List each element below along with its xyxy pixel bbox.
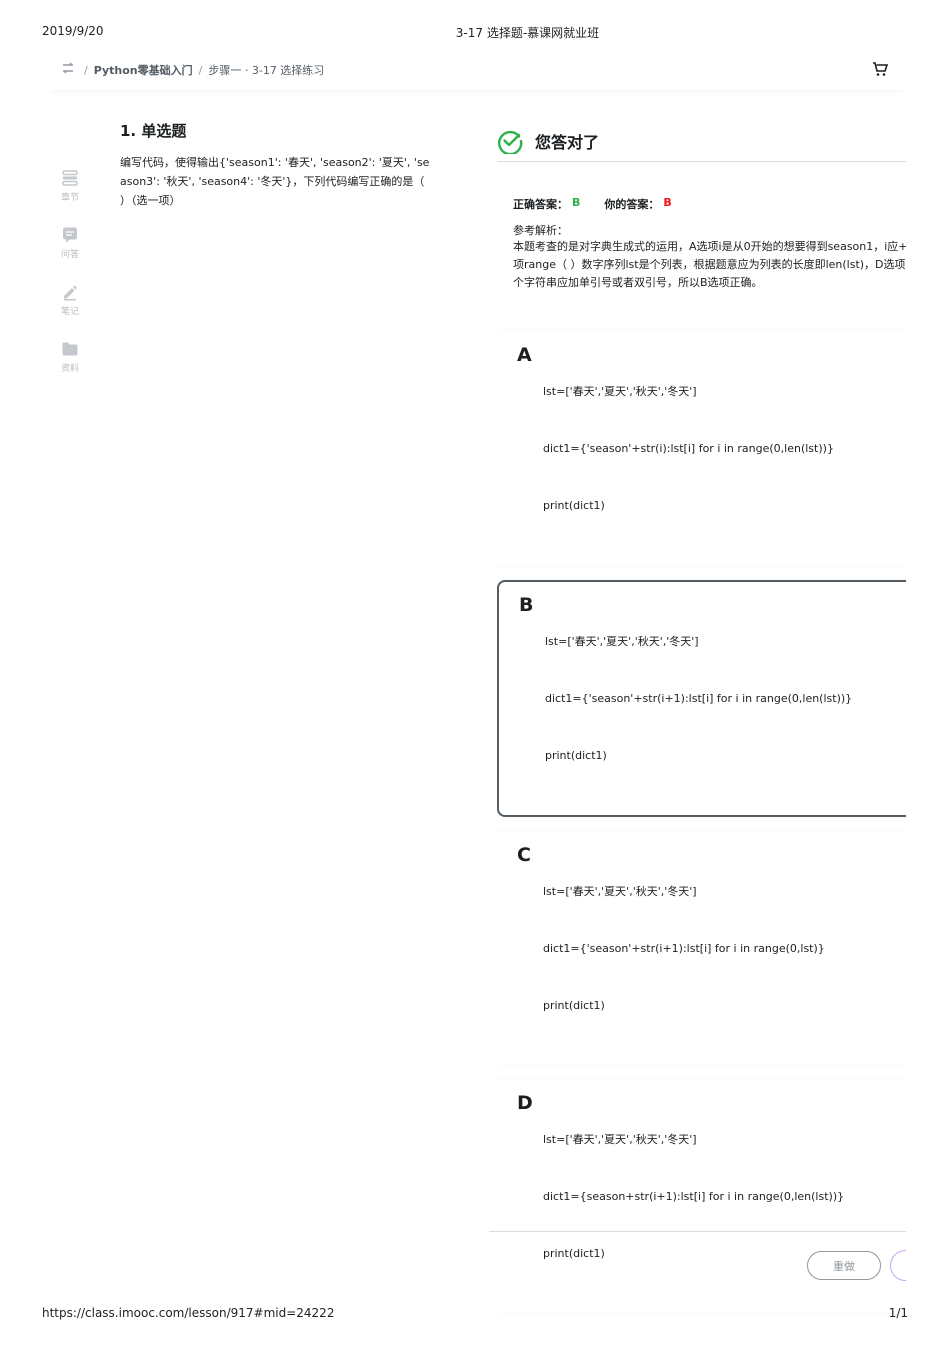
option-letter: B (519, 594, 534, 616)
analysis-line: 个字符串应加单引号或者双引号，所以B选项正确。 (513, 276, 763, 289)
analysis-label: 参考解析： (513, 224, 568, 237)
option-code: lst=['春天','夏天','秋天','冬天'] dict1={'season… (543, 344, 834, 553)
question-title: 1. 单选题 (120, 122, 187, 140)
print-url: https://class.imooc.com/lesson/917#mid=2… (42, 1306, 335, 1320)
question-text: 编写代码，使得输出{'season1': '春天', 'season2': '夏… (120, 156, 430, 207)
code-line: print(dict1) (543, 499, 605, 512)
breadcrumb: / Python零基础入门 / 步骤一 · 3-17 选择练习 (84, 62, 324, 78)
option-code: lst=['春天','夏天','秋天','冬天'] dict1={'season… (545, 594, 852, 803)
analysis-line: 本题考查的是对字典生成式的运用，A选项i是从0开始的想要得到season1，i应… (513, 240, 906, 253)
options-list: A lst=['春天','夏天','秋天','冬天'] dict1={'seas… (497, 332, 906, 1313)
code-line: lst=['春天','夏天','秋天','冬天'] (545, 635, 699, 648)
result-message: 您答对了 (535, 132, 600, 152)
print-page-number: 1/1 (888, 1306, 908, 1320)
result-header: 您答对了 (497, 120, 906, 162)
nav-chapters[interactable]: 章节 (52, 165, 88, 222)
next-button[interactable] (890, 1250, 906, 1281)
option-code: lst=['春天','夏天','秋天','冬天'] dict1={'season… (543, 844, 825, 1053)
code-line: lst=['春天','夏天','秋天','冬天'] (543, 385, 697, 398)
cart-icon[interactable] (872, 61, 888, 77)
code-line: dict1={season+str(i+1):lst[i] for i in r… (543, 1190, 845, 1203)
nav-label: 资料 (60, 364, 79, 374)
code-line: dict1={'season'+str(i+1):lst[i] for i in… (545, 692, 853, 705)
breadcrumb-course-link[interactable]: Python零基础入门 (94, 62, 193, 78)
redo-button[interactable]: 重做 (807, 1251, 881, 1280)
list-icon (62, 170, 78, 186)
answer-panel: 您答对了 正确答案： B 你的答案： B 参考解析： 本题考查的是对字典生成式的… (497, 120, 906, 1328)
side-nav: 章节 问答 笔记 资料 (52, 165, 88, 393)
chat-icon (63, 227, 77, 243)
analysis-text: 本题考查的是对字典生成式的运用，A选项i是从0开始的想要得到season1，i应… (513, 238, 906, 292)
question-panel: 1. 单选题 编写代码，使得输出{'season1': '春天', 'seaso… (120, 120, 430, 210)
breadcrumb-separator: / (84, 63, 88, 77)
correct-answer-value: B (572, 196, 581, 209)
option-code: lst=['春天','夏天','秋天','冬天'] dict1={season+… (543, 1092, 844, 1301)
answer-summary: 正确答案： B 你的答案： B (513, 196, 906, 212)
code-line: dict1={'season'+str(i):lst[i] for i in r… (543, 442, 834, 455)
pencil-icon (64, 285, 77, 301)
folder-icon (62, 342, 78, 356)
top-bar: / Python零基础入门 / 步骤一 · 3-17 选择练习 (48, 50, 906, 90)
next-button-clipped[interactable] (890, 1250, 906, 1281)
breadcrumb-separator: / (198, 63, 203, 77)
nav-notes[interactable]: 笔记 (52, 279, 88, 336)
option-b[interactable]: B lst=['春天','夏天','秋天','冬天'] dict1={'seas… (497, 580, 906, 817)
option-a[interactable]: A lst=['春天','夏天','秋天','冬天'] dict1={'seas… (497, 332, 906, 565)
option-letter: D (517, 1092, 533, 1114)
nav-qa[interactable]: 问答 (52, 222, 88, 279)
option-letter: A (517, 344, 532, 366)
your-answer-label: 你的答案： (604, 198, 660, 211)
option-c[interactable]: C lst=['春天','夏天','秋天','冬天'] dict1={'seas… (497, 832, 906, 1065)
code-line: lst=['春天','夏天','秋天','冬天'] (543, 885, 697, 898)
code-line: lst=['春天','夏天','秋天','冬天'] (543, 1133, 697, 1146)
code-line: print(dict1) (543, 1247, 605, 1260)
code-line: print(dict1) (543, 999, 605, 1012)
nav-materials[interactable]: 资料 (52, 336, 88, 393)
nav-label: 笔记 (60, 307, 79, 317)
correct-answer-label: 正确答案： (513, 198, 568, 211)
print-title: 3-17 选择题-慕课网就业班 (455, 26, 600, 40)
bottom-divider (489, 1231, 906, 1232)
code-line: print(dict1) (545, 749, 607, 762)
code-line: dict1={'season'+str(i+1):lst[i] for i in… (543, 942, 825, 955)
nav-label: 问答 (60, 250, 79, 260)
your-answer-value: B (663, 196, 672, 209)
option-letter: C (517, 844, 531, 866)
analysis-line: 项range（ ）数字序列lst是个列表，根据题意应为列表的长度即len(lst… (513, 258, 906, 271)
breadcrumb-step: 步骤一 · 3-17 选择练习 (208, 64, 325, 77)
switch-icon[interactable] (60, 60, 76, 76)
nav-label: 章节 (60, 193, 79, 203)
check-circle-icon (498, 130, 523, 154)
